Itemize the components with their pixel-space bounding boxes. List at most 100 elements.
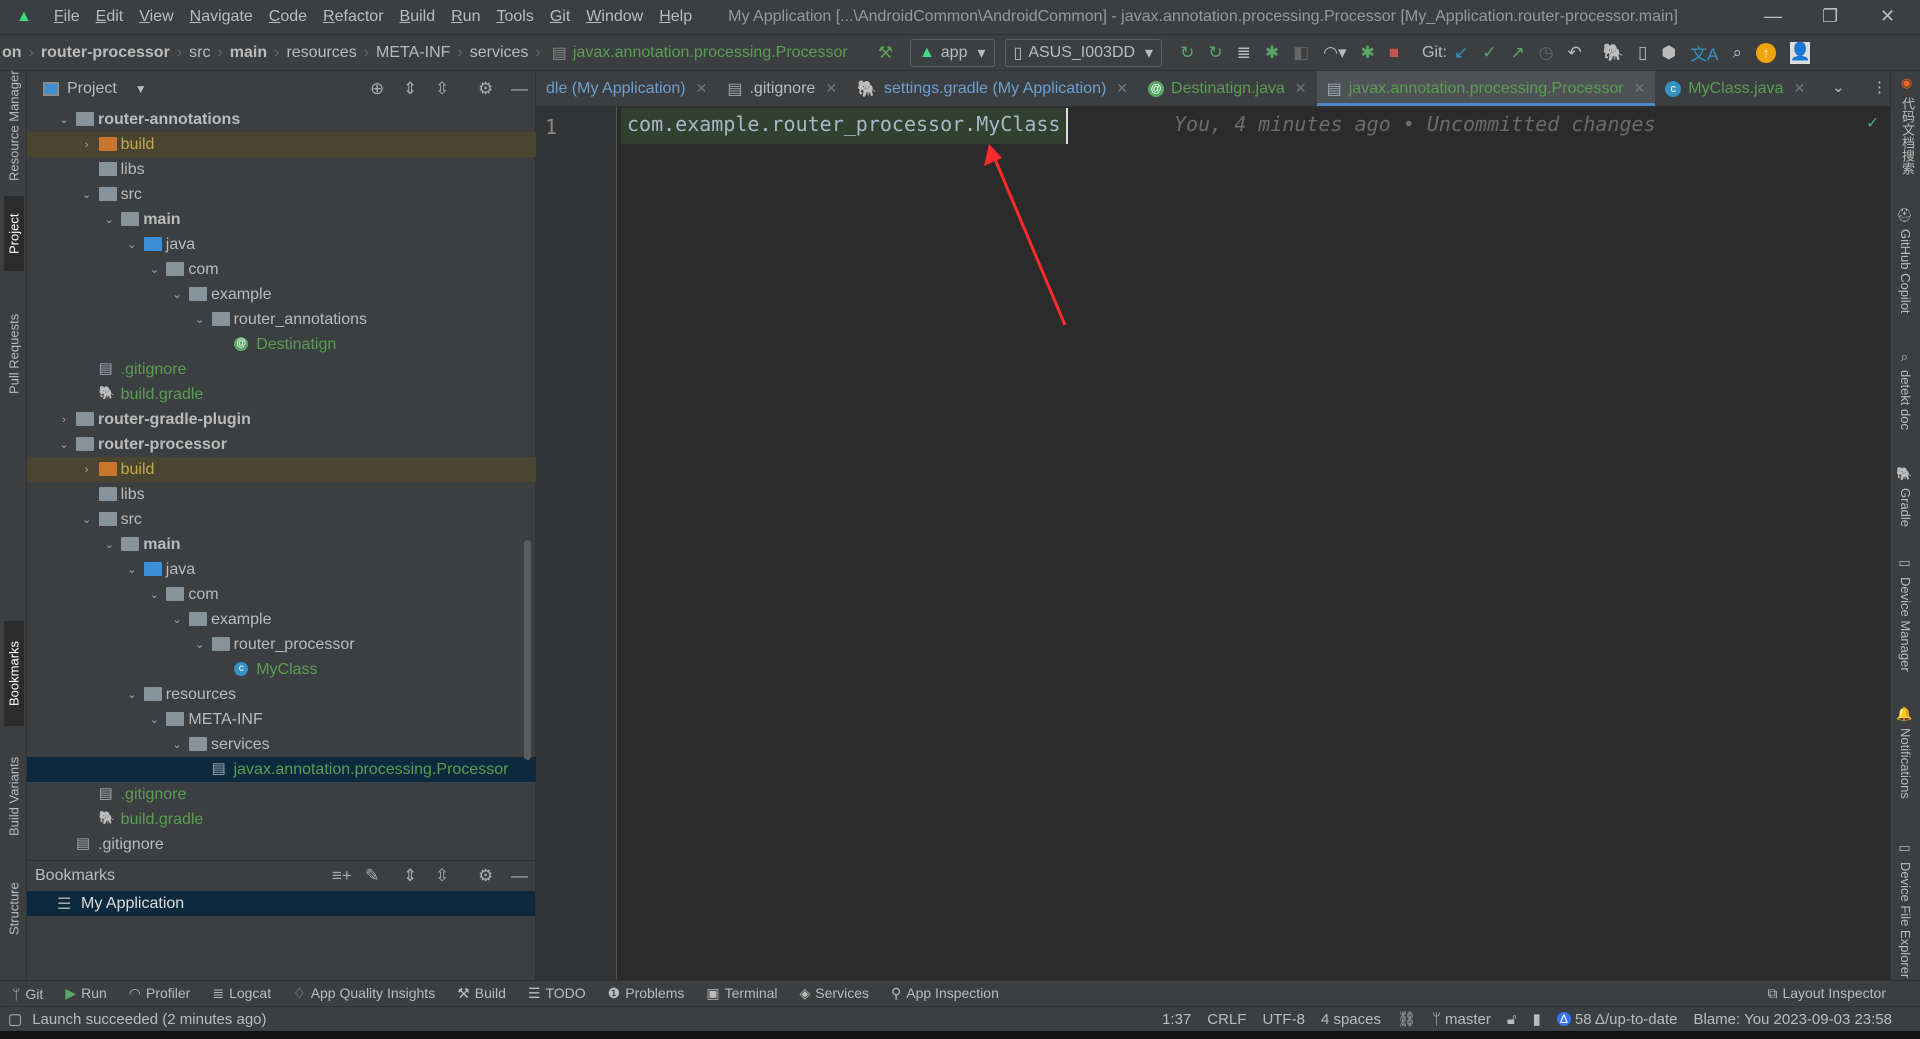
update-icon[interactable]: ↑ — [1756, 42, 1777, 63]
chevron-down-icon[interactable]: ⌄ — [170, 613, 184, 626]
tool-window-code-doc-search[interactable]: ◉ 代码文档搜索 — [1898, 76, 1917, 175]
status-message[interactable]: Launch succeeded (2 minutes ago) — [32, 1011, 266, 1028]
tab-list-chevron-icon[interactable]: ⌄ — [1832, 78, 1845, 96]
indent-setting[interactable]: 4 spaces — [1321, 1011, 1381, 1028]
tool-window-project[interactable]: Project — [4, 196, 24, 271]
git-push-icon[interactable]: ↗ — [1510, 43, 1524, 63]
locate-icon[interactable]: ⊕ — [370, 79, 384, 99]
tree-item-gitignore[interactable]: ▤ .gitignore — [27, 832, 536, 857]
chevron-down-icon[interactable]: ⌄ — [57, 438, 71, 451]
tab-myclass-java[interactable]: c MyClass.java ✕ — [1655, 71, 1815, 106]
tree-item-router-gradle-plugin[interactable]: › router-gradle-plugin — [27, 407, 536, 432]
bookmark-list-item[interactable]: ☰ My Application — [27, 891, 535, 916]
tool-problems[interactable]: ❶ Problems — [608, 985, 685, 1002]
tree-item-javax-annotation-processing-processor[interactable]: ▤ javax.annotation.processing.Processor — [27, 757, 536, 782]
tool-profiler[interactable]: ◠ Profiler — [129, 985, 191, 1002]
profile-icon[interactable]: ◧ — [1293, 43, 1309, 63]
chevron-down-icon[interactable]: ⌄ — [147, 713, 161, 726]
tool-window-device-file-explorer[interactable]: ▭ Device File Explorer — [1898, 841, 1913, 978]
tool-terminal[interactable]: ▣ Terminal — [706, 985, 777, 1002]
menu-tools[interactable]: Tools — [488, 8, 541, 26]
vcs-status[interactable]: 58 Δ/up-to-date — [1575, 1011, 1678, 1028]
chevron-down-icon[interactable]: ⌄ — [80, 513, 94, 526]
git-update-icon[interactable]: ↙ — [1454, 43, 1468, 63]
sdk-manager-icon[interactable]: ⬢ — [1661, 43, 1676, 63]
chevron-down-icon[interactable]: ⌄ — [193, 313, 207, 326]
chevron-down-icon[interactable]: ▼ — [135, 82, 147, 96]
tree-item-myclass[interactable]: c MyClass — [27, 657, 536, 682]
tool-window-device-manager[interactable]: ▭ Device Manager — [1898, 556, 1913, 672]
project-scrollbar[interactable] — [524, 540, 531, 760]
chevron-down-icon[interactable]: ⌄ — [102, 538, 116, 551]
tool-app-inspection[interactable]: ⚲ App Inspection — [891, 985, 999, 1002]
restore-icon[interactable]: ❐ — [1822, 6, 1838, 27]
tree-item-meta-inf[interactable]: ⌄ META-INF — [27, 707, 536, 732]
copilot-icon[interactable]: ⛓ — [1397, 1010, 1416, 1028]
tab-settings-gradle-my-application[interactable]: 🐘 settings.gradle (My Application) ✕ — [847, 71, 1138, 106]
run-config-select[interactable]: ▲ app ▾ — [909, 38, 995, 67]
lock-icon[interactable]: 🔓︎ — [1507, 1011, 1517, 1028]
hide-icon[interactable]: — — [511, 79, 528, 99]
coverage-icon[interactable]: ◠▾ — [1323, 43, 1346, 63]
breadcrumb-services[interactable]: services — [468, 44, 531, 62]
rollback-icon[interactable]: ↶ — [1568, 43, 1582, 63]
tree-item-example[interactable]: ⌄ example — [27, 282, 536, 307]
tree-item-resources[interactable]: ⌄ resources — [27, 682, 536, 707]
sync-icon[interactable]: ≣ — [1237, 43, 1251, 63]
tool-window-build-variants[interactable]: Build Variants — [4, 736, 24, 856]
menu-navigate[interactable]: Navigate — [182, 8, 261, 26]
history-icon[interactable]: ◷ — [1539, 43, 1554, 63]
gradle-sync-icon[interactable]: 🐘 — [1603, 43, 1624, 63]
tree-item-example[interactable]: ⌄ example — [27, 607, 536, 632]
avatar[interactable]: 👤 — [1789, 41, 1811, 64]
gear-icon[interactable]: ⚙ — [478, 866, 493, 886]
tree-item-build[interactable]: › build — [27, 457, 536, 482]
chevron-down-icon[interactable]: ⌄ — [170, 738, 184, 751]
tree-item-com[interactable]: ⌄ com — [27, 257, 536, 282]
file-encoding[interactable]: UTF-8 — [1262, 1011, 1305, 1028]
chevron-down-icon[interactable]: ⌄ — [125, 688, 139, 701]
tree-item-java[interactable]: ⌄ java — [27, 557, 536, 582]
menu-refactor[interactable]: Refactor — [315, 8, 391, 26]
expand-all-icon[interactable]: ⇕ — [403, 79, 417, 99]
chevron-down-icon[interactable]: ⌄ — [102, 213, 116, 226]
tree-item-router-annotations[interactable]: ⌄ router-annotations — [27, 107, 536, 132]
menu-run[interactable]: Run — [443, 8, 488, 26]
tree-item-libs[interactable]: libs — [27, 482, 536, 507]
menu-git[interactable]: Git — [542, 8, 578, 26]
tool-window-github-copilot[interactable]: ⛑ GitHub Copilot — [1898, 206, 1913, 313]
tool-layout-inspector[interactable]: ⧉ Layout Inspector — [1767, 985, 1886, 1002]
tab-dle-my-application[interactable]: dle (My Application) ✕ — [536, 71, 717, 106]
tool-app-quality-insights[interactable]: ♢ App Quality Insights — [293, 985, 435, 1002]
tool-todo[interactable]: ☰ TODO — [528, 985, 586, 1002]
breadcrumb-resources[interactable]: resources — [284, 44, 358, 62]
close-icon[interactable]: ✕ — [1880, 6, 1895, 27]
attach-debugger-icon[interactable]: ✱ — [1361, 43, 1375, 63]
stop-icon[interactable]: ■ — [1389, 43, 1399, 63]
expand-all-icon[interactable]: ⇕ — [403, 866, 417, 886]
tree-item-router-annotations[interactable]: ⌄ router_annotations — [27, 307, 536, 332]
chevron-down-icon[interactable]: ⌄ — [170, 288, 184, 301]
close-tab-icon[interactable]: ✕ — [1295, 80, 1307, 97]
breadcrumb-on[interactable]: on — [0, 44, 24, 62]
breadcrumb-main[interactable]: main — [228, 44, 269, 62]
chevron-down-icon[interactable]: ⌄ — [147, 588, 161, 601]
apply-changes-icon[interactable]: ↻ — [1180, 43, 1194, 63]
tree-item-libs[interactable]: libs — [27, 157, 536, 182]
tree-item-main[interactable]: ⌄ main — [27, 207, 536, 232]
tree-item-build-gradle[interactable]: 🐘 build.gradle — [27, 807, 536, 832]
breadcrumb-src[interactable]: src — [187, 44, 212, 62]
chevron-right-icon[interactable]: › — [80, 464, 94, 476]
tree-item-build-gradle[interactable]: 🐘 build.gradle — [27, 382, 536, 407]
menu-file[interactable]: File — [46, 8, 88, 26]
tool-window-resource-manager[interactable]: Resource Manager — [4, 71, 24, 182]
close-tab-icon[interactable]: ✕ — [825, 80, 837, 97]
breadcrumb-file[interactable]: javax.annotation.processing.Processor — [571, 44, 850, 62]
debug-icon[interactable]: ✱ — [1265, 43, 1279, 63]
tool-git[interactable]: ᛘ Git — [12, 986, 43, 1002]
breadcrumb-meta-inf[interactable]: META-INF — [374, 44, 452, 62]
tool-window-bookmarks[interactable]: Bookmarks — [4, 621, 24, 726]
tree-item-main[interactable]: ⌄ main — [27, 532, 536, 557]
tool-services[interactable]: ◈ Services — [800, 985, 869, 1002]
device-manager-icon[interactable]: ▯ — [1638, 43, 1647, 63]
